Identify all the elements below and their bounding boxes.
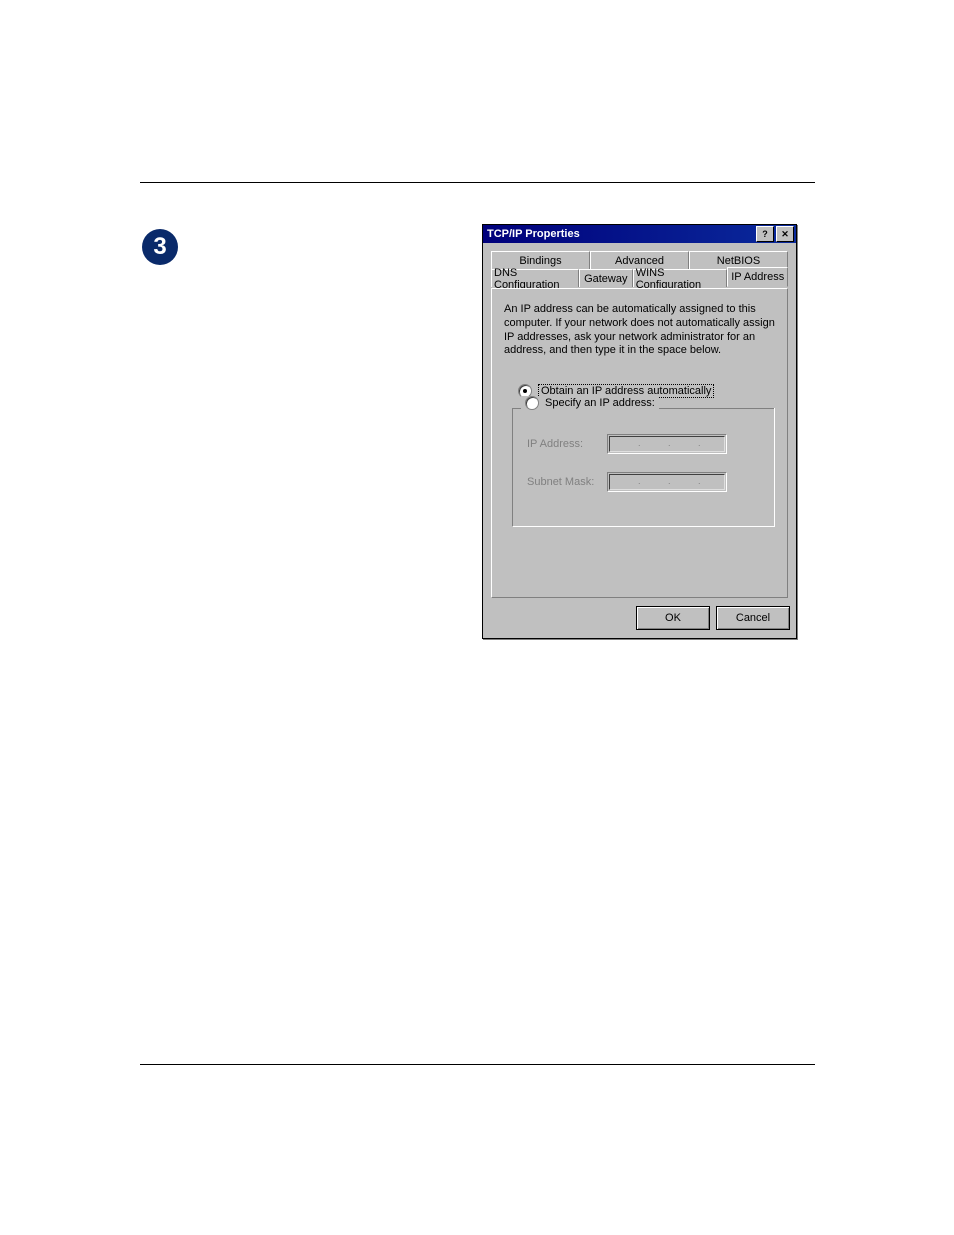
close-icon[interactable]: ✕	[776, 226, 794, 242]
step-badge: 3	[142, 229, 178, 265]
info-text: An IP address can be automatically assig…	[504, 303, 775, 358]
tab-strip: Bindings Advanced NetBIOS DNS Configurat…	[491, 251, 788, 289]
step-number: 3	[153, 233, 166, 261]
cancel-button[interactable]: Cancel	[716, 606, 790, 630]
tab-panel-ip-address: An IP address can be automatically assig…	[491, 288, 788, 598]
tcpip-properties-dialog: TCP/IP Properties ? ✕ Bindings Advanced …	[482, 224, 797, 639]
dialog-title: TCP/IP Properties	[485, 228, 580, 240]
page-bottom-rule	[140, 1064, 815, 1065]
radio-icon	[525, 396, 539, 410]
tab-wins-configuration[interactable]: WINS Configuration	[633, 269, 728, 287]
titlebar: TCP/IP Properties ? ✕	[483, 225, 796, 243]
subnet-mask-input: . . .	[607, 472, 727, 492]
tab-dns-configuration[interactable]: DNS Configuration	[491, 269, 579, 287]
ip-address-label: IP Address:	[527, 438, 607, 450]
tab-gateway[interactable]: Gateway	[579, 269, 633, 287]
dialog-button-bar: OK Cancel	[483, 606, 796, 638]
page-top-rule	[140, 182, 815, 183]
titlebar-buttons: ? ✕	[754, 226, 794, 242]
ok-button[interactable]: OK	[636, 606, 710, 630]
subnet-mask-label: Subnet Mask:	[527, 476, 607, 488]
radio-specify-label: Specify an IP address:	[545, 397, 655, 409]
ip-address-input: . . .	[607, 434, 727, 454]
subnet-mask-field-row: Subnet Mask: . . .	[527, 472, 764, 492]
tab-ip-address[interactable]: IP Address	[727, 267, 788, 287]
radio-specify-ip[interactable]: Specify an IP address:	[521, 396, 659, 410]
help-icon[interactable]: ?	[756, 226, 774, 242]
dialog-body: Bindings Advanced NetBIOS DNS Configurat…	[483, 243, 796, 606]
ip-address-field-row: IP Address: . . .	[527, 434, 764, 454]
specify-ip-group: Specify an IP address: IP Address: . . .…	[512, 408, 775, 527]
